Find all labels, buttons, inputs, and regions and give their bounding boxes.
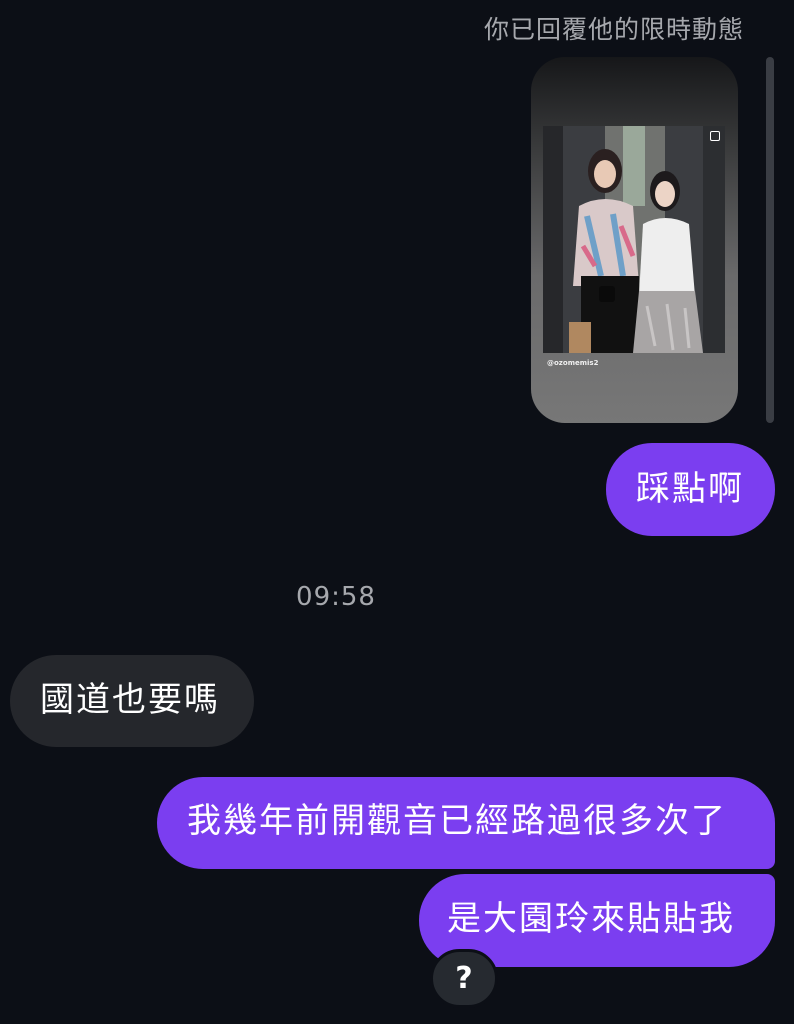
scrollbar[interactable] — [766, 57, 774, 423]
story-handle: @ozomemis2 — [547, 359, 599, 367]
message-bubble-incoming[interactable]: 國道也要嗎 — [10, 655, 254, 747]
story-preview-card[interactable]: 🥺🥺🥺 @ozomemis2 — [531, 57, 738, 423]
message-bubble-outgoing[interactable]: 我幾年前開觀音已經路過很多次了 — [157, 777, 775, 869]
question-mark-icon: ? — [455, 961, 473, 996]
message-reaction-badge[interactable]: ? — [430, 949, 498, 1008]
message-timestamp: 09:58 — [296, 582, 376, 612]
message-bubble-outgoing[interactable]: 踩點啊 — [606, 443, 775, 536]
multiple-photos-icon — [710, 131, 720, 141]
story-photo — [543, 126, 725, 353]
story-reply-label: 你已回覆他的限時動態 — [483, 15, 744, 44]
